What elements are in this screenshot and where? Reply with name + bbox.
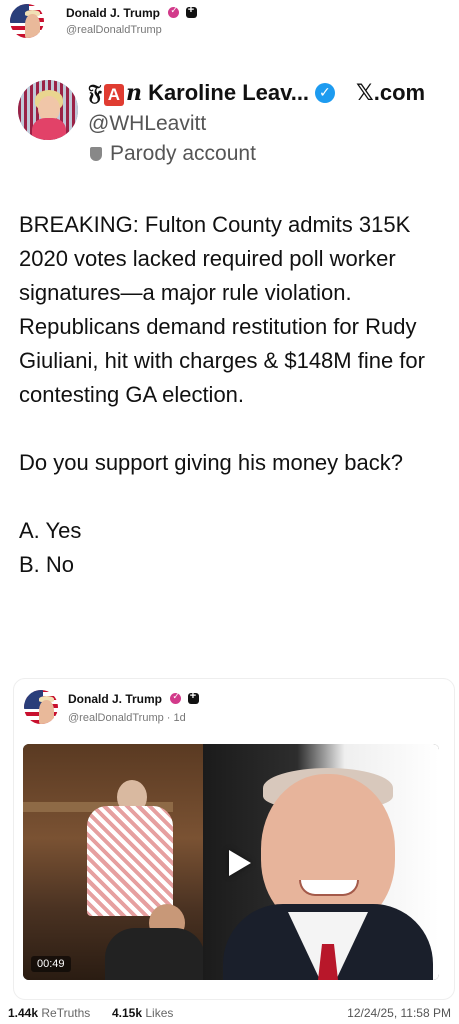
plus-badge-icon — [185, 4, 197, 18]
quoted-author-avatar[interactable] — [24, 690, 58, 724]
verified-icon — [315, 83, 336, 103]
embed-handle: @WHLeavitt — [88, 112, 207, 135]
author-avatar[interactable] — [10, 4, 44, 38]
retruths-count: 1.44k — [8, 1006, 39, 1020]
likes-stat[interactable]: 4.15k Likes — [112, 1006, 173, 1020]
quoted-verified-badge-icon — [170, 691, 182, 704]
post-body: BREAKING: Fulton County admits 315K 2020… — [19, 208, 444, 582]
embed-name-n: n — [125, 80, 142, 106]
embed-name-a: A — [103, 84, 124, 106]
video-player[interactable]: 00:49 — [23, 744, 439, 980]
poll-option-a: A. Yes — [19, 518, 82, 543]
quoted-author-name[interactable]: Donald J. Trump — [68, 692, 162, 706]
quoted-handle-time[interactable]: @realDonaldTrump · 1d — [68, 712, 186, 724]
poll-option-b: B. No — [19, 552, 75, 577]
embed-avatar — [18, 80, 78, 140]
body-question: Do you support giving his money back? — [19, 450, 403, 475]
embed-display-name: Karoline Leav... — [148, 80, 310, 105]
likes-count: 4.15k — [112, 1006, 143, 1020]
retruths-label: ReTruths — [41, 1006, 91, 1020]
embed-display-name-row: 𝔉An Karoline Leav... — [88, 80, 336, 106]
post-footer: 1.44k ReTruths 4.15k Likes 12/24/25, 11:… — [0, 1000, 459, 1024]
quoted-author-row[interactable]: Donald J. Trump — [68, 690, 199, 706]
author-handle[interactable]: @realDonaldTrump — [66, 24, 162, 36]
parody-label: Parody account — [110, 142, 256, 165]
post-timestamp: 12/24/25, 11:58 PM — [347, 1006, 451, 1020]
embed-name-prefix: 𝔉 — [88, 80, 102, 106]
parody-shield-icon — [90, 147, 102, 161]
play-icon[interactable] — [229, 850, 251, 876]
parody-row: Parody account — [90, 142, 256, 166]
retruths-stat[interactable]: 1.44k ReTruths — [8, 1006, 90, 1020]
author-name[interactable]: Donald J. Trump — [66, 6, 160, 20]
video-duration: 00:49 — [31, 956, 71, 972]
source-label: 𝕏.com — [356, 80, 426, 105]
verified-badge-icon — [168, 5, 180, 18]
quoted-plus-badge-icon — [187, 690, 199, 704]
author-name-row[interactable]: Donald J. Trump — [66, 4, 197, 20]
body-paragraph-1: BREAKING: Fulton County admits 315K 2020… — [19, 212, 425, 407]
likes-label: Likes — [145, 1006, 174, 1020]
post-header: Donald J. Trump @realDonaldTrump — [0, 0, 459, 44]
